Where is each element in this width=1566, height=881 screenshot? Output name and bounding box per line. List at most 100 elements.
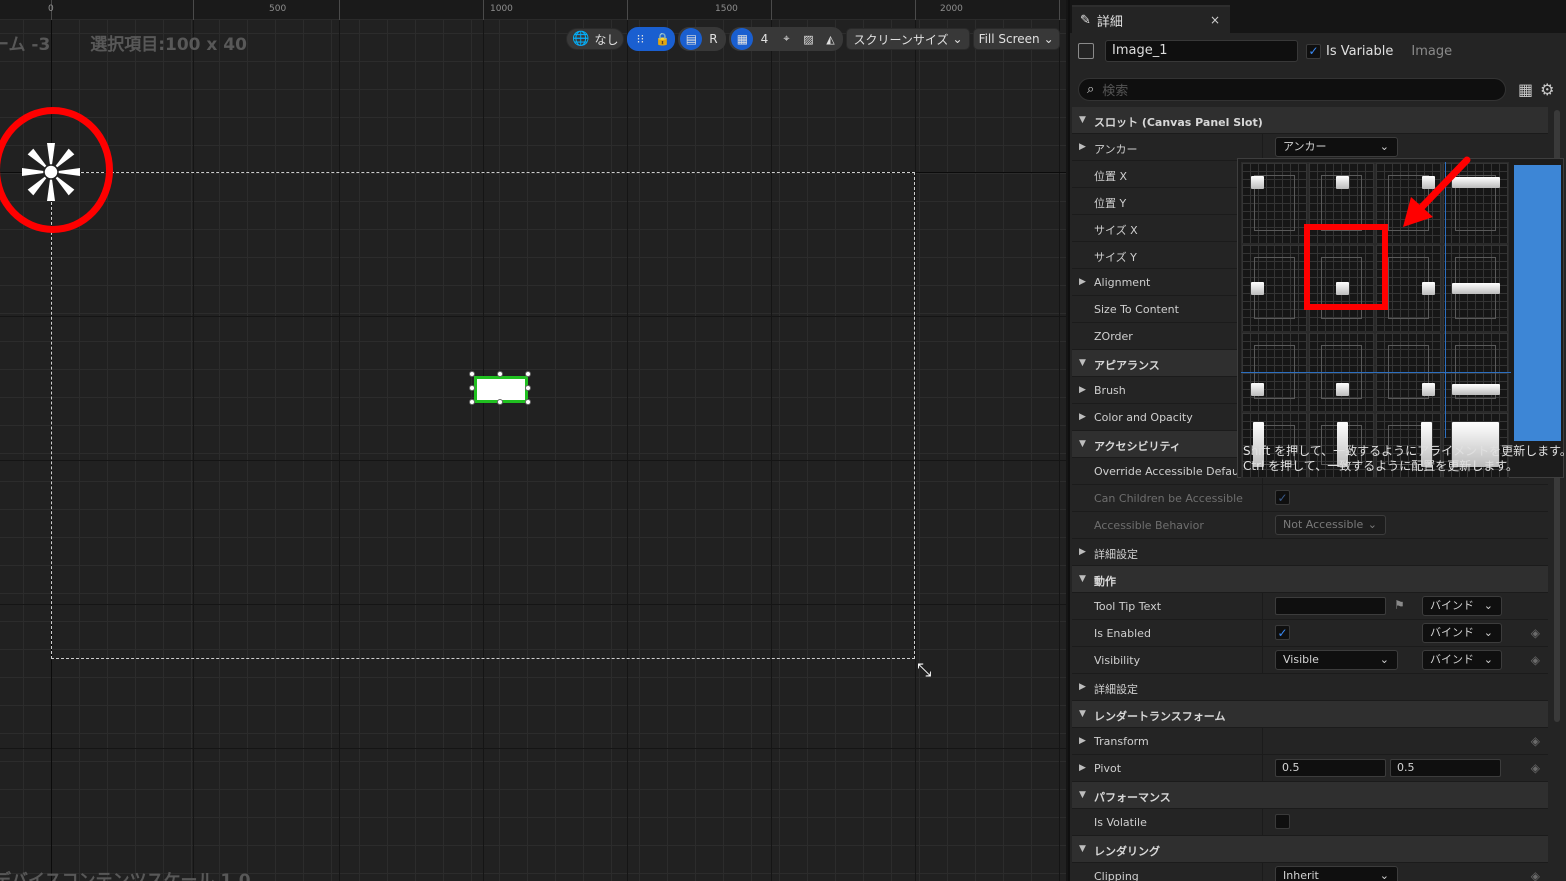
gear-icon[interactable]: ⚙ [1540, 80, 1554, 99]
flag-icon[interactable]: ⚑ [1394, 598, 1405, 612]
prop-label: Clipping [1094, 870, 1139, 881]
object-name-field[interactable]: Image_1 [1105, 40, 1298, 62]
localization-label: なし [594, 32, 619, 47]
visibility-dropdown[interactable]: Visible ⌄ [1275, 650, 1398, 670]
mirror-icon[interactable]: ◭ [819, 28, 841, 50]
collapse-arrow-icon[interactable]: ▶ [1079, 736, 1086, 746]
prop-label: アンカー [1094, 143, 1138, 156]
reset-icon[interactable]: ◈ [1531, 761, 1540, 775]
bind-dropdown[interactable]: バインド ⌄ [1422, 596, 1502, 616]
collapse-arrow-icon[interactable]: ▶ [1079, 682, 1086, 692]
selection-handle[interactable] [497, 371, 503, 377]
prop-transform: ▶ Transform ◈ [1072, 728, 1548, 755]
anchor-hint-text: Shift を押して、一致するようにアライメントを更新します。 Ctrl を押し… [1243, 444, 1566, 474]
selection-handle[interactable] [525, 371, 531, 377]
chevron-down-icon: ⌄ [1367, 518, 1377, 531]
section-rendering[interactable]: ▼ レンダリング [1072, 836, 1548, 863]
section-label: アクセシビリティ [1094, 440, 1181, 453]
expand-arrow-icon: ▼ [1079, 439, 1086, 449]
bind-dropdown[interactable]: バインド ⌄ [1422, 623, 1502, 643]
collapse-arrow-icon[interactable]: ▶ [1079, 385, 1086, 395]
grid-line [915, 20, 916, 881]
selection-handle[interactable] [525, 385, 531, 391]
search-icon: ⌕ [1087, 81, 1095, 97]
search-input[interactable]: ⌕ 検索 [1078, 77, 1506, 101]
lock-icon[interactable]: 🔒 [651, 28, 674, 50]
chevron-down-icon: ⌄ [1043, 32, 1054, 46]
section-behavior[interactable]: ▼ 動作 [1072, 566, 1548, 593]
prop-label: ZOrder [1094, 330, 1133, 343]
globe-icon: 🌐 [572, 31, 590, 47]
horizontal-ruler: 0 500 1000 1500 2000 [0, 0, 1066, 20]
reset-icon[interactable]: ◈ [1531, 653, 1540, 667]
prop-label: Transform [1094, 735, 1149, 748]
section-label: レンダリング [1094, 845, 1160, 858]
anchor-center-stretch[interactable] [1442, 244, 1509, 332]
reset-icon[interactable]: ◈ [1531, 869, 1540, 881]
table-view-icon[interactable]: ▦ [1518, 80, 1533, 99]
collapse-arrow-icon[interactable]: ▶ [1079, 142, 1086, 152]
reset-icon[interactable]: ◈ [1531, 626, 1540, 640]
prop-accessible-behavior: Accessible Behavior Not Accessible ⌄ [1072, 512, 1548, 539]
reset-icon[interactable]: ◈ [1531, 734, 1540, 748]
render-toggle-button[interactable]: R [702, 28, 724, 50]
bind-dropdown[interactable]: バインド ⌄ [1422, 650, 1502, 670]
collapse-arrow-icon[interactable]: ▶ [1079, 277, 1086, 287]
image-preview-icon[interactable]: ▨ [797, 28, 819, 50]
canvas-bounds [51, 172, 915, 659]
designer-viewport[interactable]: 0 500 1000 1500 2000 ーム -3 選択項目:100 x 40… [0, 0, 1066, 881]
prop-tooltip-text: Tool Tip Text ⚑ バインド ⌄ [1072, 593, 1548, 620]
expand-arrow-icon: ▼ [1079, 790, 1086, 800]
grid-size-value[interactable]: 4 [753, 28, 775, 50]
details-tab[interactable]: ✎ 詳細 × [1072, 5, 1230, 33]
expand-arrow-icon: ▼ [1079, 844, 1086, 854]
ruler-label: 1500 [715, 4, 738, 14]
prop-anchor: ▶ アンカー アンカー ⌄ [1072, 134, 1548, 161]
fill-screen-dropdown[interactable]: Fill Screen ⌄ [972, 28, 1060, 50]
tooltip-text-field[interactable] [1275, 597, 1386, 615]
collapse-arrow-icon[interactable]: ▶ [1079, 412, 1086, 422]
chevron-down-icon: ⌄ [952, 32, 963, 46]
respect-locks-icon[interactable]: ⁝⁝ [629, 28, 652, 50]
chevron-down-icon: ⌄ [1483, 599, 1493, 612]
grid-snap-icon[interactable]: ▦ [731, 28, 754, 50]
selection-handle[interactable] [525, 399, 531, 405]
selection-handle[interactable] [469, 399, 475, 405]
selection-handle[interactable] [497, 399, 503, 405]
localization-button[interactable]: 🌐 なし [566, 28, 625, 50]
section-performance[interactable]: ▼ パフォーマンス [1072, 782, 1548, 809]
is-variable-checkbox[interactable]: ✓ Is Variable [1306, 43, 1393, 59]
selection-handle[interactable] [469, 371, 475, 377]
search-row: ⌕ 検索 ▦ ⚙ [1078, 77, 1566, 101]
selection-handle[interactable] [469, 385, 475, 391]
accessible-behavior-dropdown[interactable]: Not Accessible ⌄ [1275, 515, 1386, 535]
expand-arrow-icon: ▼ [1079, 358, 1086, 368]
collapse-arrow-icon[interactable]: ▶ [1079, 763, 1086, 773]
anchor-center-left[interactable] [1241, 244, 1308, 332]
section-render-transform[interactable]: ▼ レンダートランスフォーム [1072, 701, 1548, 728]
fill-screen-label: Fill Screen [978, 32, 1040, 46]
pivot-y-field[interactable]: 0.5 [1390, 759, 1501, 777]
prop-label: Override Accessible Defaults [1094, 465, 1253, 478]
prop-label: Is Volatile [1094, 816, 1147, 829]
screen-size-dropdown[interactable]: スクリーンサイズ ⌄ [846, 28, 970, 50]
dpi-scale-label: デバイスコンテンツスケール 1.0 [0, 871, 251, 881]
anchor-top-left[interactable] [1241, 162, 1308, 244]
viewport-info-overlay: ーム -3 選択項目:100 x 40 [0, 30, 281, 55]
anchor-dropdown[interactable]: アンカー ⌄ [1275, 137, 1398, 157]
prop-label: 詳細設定 [1094, 548, 1138, 561]
prop-label: Brush [1094, 384, 1126, 397]
collapse-arrow-icon[interactable]: ▶ [1079, 547, 1086, 557]
clipping-dropdown[interactable]: Inherit ⌄ [1275, 866, 1398, 881]
checkbox-unchecked[interactable] [1275, 814, 1290, 829]
pivot-x-field[interactable]: 0.5 [1275, 759, 1386, 777]
flow-direction-icon[interactable]: ▤ [680, 28, 703, 50]
checkbox-checked[interactable]: ✓ [1275, 490, 1290, 505]
arrow-annotation-icon [1403, 156, 1471, 227]
resize-arrows-icon[interactable]: ⤡ [917, 660, 931, 681]
selection-info: 選択項目:100 x 40 [90, 35, 247, 55]
select-mode-icon[interactable]: ⌖ [775, 28, 797, 50]
section-slot[interactable]: ▼ スロット (Canvas Panel Slot) [1072, 107, 1548, 134]
close-icon[interactable]: × [1210, 13, 1220, 27]
checkbox-checked[interactable]: ✓ [1275, 625, 1290, 640]
